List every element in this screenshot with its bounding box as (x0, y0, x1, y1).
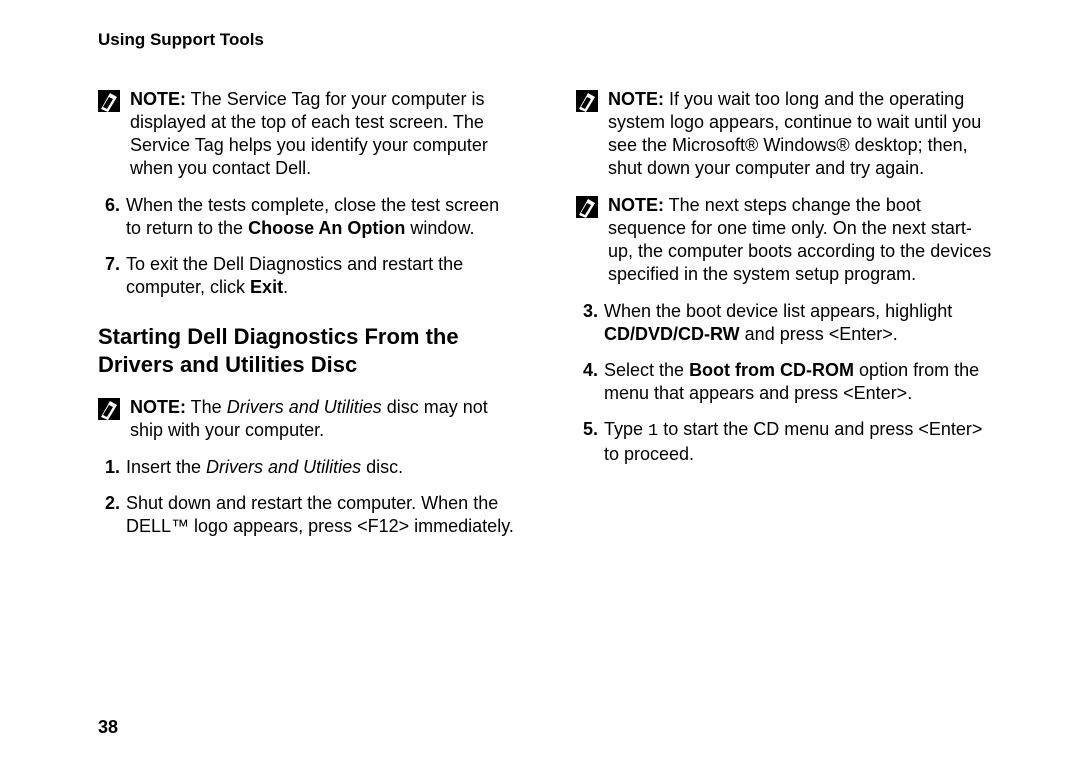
step-number: 5. (576, 418, 598, 466)
step-text: When the boot device list appears, highl… (604, 300, 992, 346)
note-icon (576, 196, 600, 286)
text: The next steps change the boot sequence … (608, 195, 991, 284)
text: When the boot device list appears, highl… (604, 301, 952, 321)
note-icon (98, 90, 122, 180)
step-number: 7. (98, 253, 120, 299)
left-column: NOTE: The Service Tag for your computer … (98, 88, 514, 551)
note-text: NOTE: The Drivers and Utilities disc may… (130, 396, 514, 442)
italic-text: Drivers and Utilities (206, 457, 361, 477)
bold-text: CD/DVD/CD-RW (604, 324, 740, 344)
bold-text: Boot from CD-ROM (689, 360, 854, 380)
step-text: To exit the Dell Diagnostics and restart… (126, 253, 514, 299)
note-icon (576, 90, 600, 180)
list-item: 2. Shut down and restart the computer. W… (98, 492, 514, 538)
text: Insert the (126, 457, 206, 477)
mono-text: 1 (648, 422, 658, 441)
section-heading: Starting Dell Diagnostics From the Drive… (98, 323, 514, 378)
text: window. (405, 218, 474, 238)
text: Select the (604, 360, 689, 380)
note-label: NOTE: (608, 89, 664, 109)
text: disc. (361, 457, 403, 477)
step-text: When the tests complete, close the test … (126, 194, 514, 240)
text: and press <Enter>. (740, 324, 898, 344)
list-item: 3. When the boot device list appears, hi… (576, 300, 992, 346)
note-text: NOTE: If you wait too long and the opera… (608, 88, 992, 180)
note-text: NOTE: The next steps change the boot seq… (608, 194, 992, 286)
text: Shut down and restart the computer. When… (126, 493, 514, 536)
bold-text: Exit (250, 277, 283, 297)
list-item: 1. Insert the Drivers and Utilities disc… (98, 456, 514, 479)
page: Using Support Tools NOTE: The Service Ta… (0, 0, 1080, 766)
step-text: Type 1 to start the CD menu and press <E… (604, 418, 992, 466)
note-block: NOTE: If you wait too long and the opera… (576, 88, 992, 180)
page-number: 38 (98, 717, 118, 738)
text: To exit the Dell Diagnostics and restart… (126, 254, 463, 297)
list-item: 5. Type 1 to start the CD menu and press… (576, 418, 992, 466)
step-text: Select the Boot from CD-ROM option from … (604, 359, 992, 405)
note-label: NOTE: (130, 89, 186, 109)
step-number: 2. (98, 492, 120, 538)
step-number: 4. (576, 359, 598, 405)
note-label: NOTE: (130, 397, 186, 417)
list-item: 7. To exit the Dell Diagnostics and rest… (98, 253, 514, 299)
note-block: NOTE: The Service Tag for your computer … (98, 88, 514, 180)
step-number: 6. (98, 194, 120, 240)
step-number: 1. (98, 456, 120, 479)
step-text: Shut down and restart the computer. When… (126, 492, 514, 538)
note-block: NOTE: The next steps change the boot seq… (576, 194, 992, 286)
right-column: NOTE: If you wait too long and the opera… (576, 88, 992, 551)
bold-text: Choose An Option (248, 218, 405, 238)
note-label: NOTE: (608, 195, 664, 215)
text: . (283, 277, 288, 297)
content-columns: NOTE: The Service Tag for your computer … (98, 88, 992, 551)
text: If you wait too long and the operating s… (608, 89, 981, 178)
step-text: Insert the Drivers and Utilities disc. (126, 456, 514, 479)
step-number: 3. (576, 300, 598, 346)
text: The (186, 397, 227, 417)
page-header: Using Support Tools (98, 30, 992, 50)
list-item: 4. Select the Boot from CD-ROM option fr… (576, 359, 992, 405)
note-block: NOTE: The Drivers and Utilities disc may… (98, 396, 514, 442)
list-item: 6. When the tests complete, close the te… (98, 194, 514, 240)
text: Type (604, 419, 648, 439)
note-icon (98, 398, 122, 442)
note-text: NOTE: The Service Tag for your computer … (130, 88, 514, 180)
italic-text: Drivers and Utilities (227, 397, 382, 417)
text: to start the CD menu and press <Enter> t… (604, 419, 982, 464)
